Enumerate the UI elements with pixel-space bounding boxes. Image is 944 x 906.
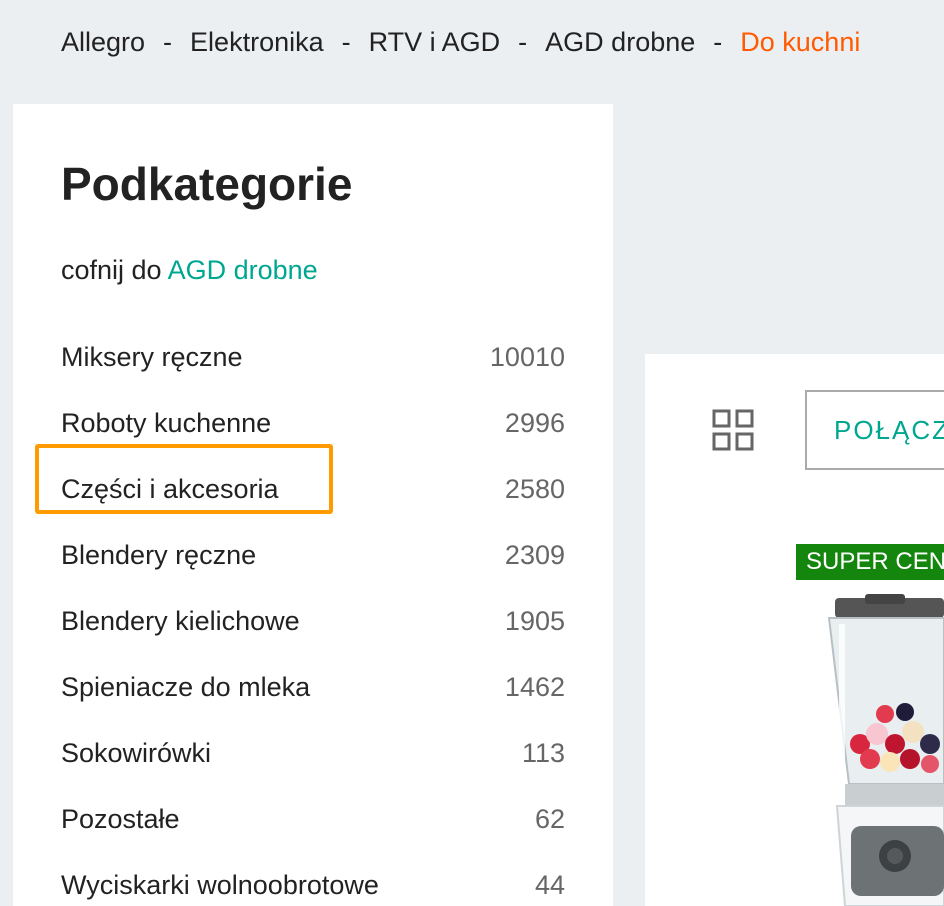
blender-product-image[interactable]: [815, 594, 944, 906]
category-name: Części i akcesoria: [35, 443, 333, 514]
category-name: Roboty kuchenne: [61, 407, 272, 438]
category-count: 2309: [504, 539, 565, 570]
back-link-row: cofnij do AGD drobne: [61, 252, 318, 288]
listing-panel: POŁĄCZ SUPER CENA: [645, 354, 944, 906]
breadcrumb-separator: -: [163, 26, 173, 57]
category-item-spieniacze[interactable]: Spieniacze do mleka 1462: [61, 654, 565, 720]
category-name: Spieniacze do mleka: [61, 671, 311, 702]
breadcrumb-item-allegro[interactable]: Allegro: [61, 27, 145, 58]
super-price-badge: SUPER CENA: [796, 544, 944, 580]
breadcrumb-item-rtv-agd[interactable]: RTV i AGD: [369, 27, 501, 58]
category-name: Blendery kielichowe: [61, 605, 300, 636]
breadcrumb-separator: -: [713, 26, 723, 57]
category-item-pozostale[interactable]: Pozostałe 62: [61, 786, 565, 852]
category-count: 1462: [504, 671, 565, 702]
breadcrumb-item-agd-drobne[interactable]: AGD drobne: [545, 27, 695, 58]
category-item-blendery-reczne[interactable]: Blendery ręczne 2309: [61, 522, 565, 588]
category-name: Blendery ręczne: [61, 539, 257, 570]
category-name: Sokowirówki: [61, 737, 212, 768]
category-count: 62: [534, 803, 565, 834]
category-count: 2996: [504, 407, 565, 438]
category-item-wyciskarki[interactable]: Wyciskarki wolnoobrotowe 44: [61, 852, 565, 906]
category-item-czesci-highlighted[interactable]: Części i akcesoria 2580: [35, 443, 565, 522]
panel-title: Podkategorie: [61, 158, 353, 210]
category-count: 10010: [489, 341, 565, 372]
grid-view-icon[interactable]: [712, 409, 754, 451]
category-name: Miksery ręczne: [61, 341, 243, 372]
breadcrumb-separator: -: [518, 26, 528, 57]
category-item-miksery[interactable]: Miksery ręczne 10010: [61, 324, 565, 390]
category-name: Pozostałe: [61, 803, 180, 834]
subcategories-panel: Podkategorie cofnij do AGD drobne Mikser…: [13, 104, 613, 906]
category-list: Miksery ręczne 10010 Roboty kuchenne 299…: [35, 324, 565, 906]
category-count: 113: [521, 737, 565, 768]
back-prefix: cofnij do: [61, 255, 162, 285]
breadcrumb-item-elektronika[interactable]: Elektronika: [190, 27, 324, 58]
category-name: Wyciskarki wolnoobrotowe: [61, 869, 379, 900]
category-count: 2580: [504, 473, 565, 504]
category-count: 44: [534, 869, 565, 900]
connect-button[interactable]: POŁĄCZ: [805, 390, 944, 470]
breadcrumb-separator: -: [341, 26, 351, 57]
back-link-agd-drobne[interactable]: AGD drobne: [168, 255, 318, 285]
breadcrumb-current: Do kuchni: [740, 26, 861, 57]
breadcrumb: Allegro - Elektronika - RTV i AGD - AGD …: [61, 22, 860, 62]
category-item-blendery-kielichowe[interactable]: Blendery kielichowe 1905: [61, 588, 565, 654]
category-count: 1905: [504, 605, 565, 636]
category-item-sokowirowki[interactable]: Sokowirówki 113: [61, 720, 565, 786]
